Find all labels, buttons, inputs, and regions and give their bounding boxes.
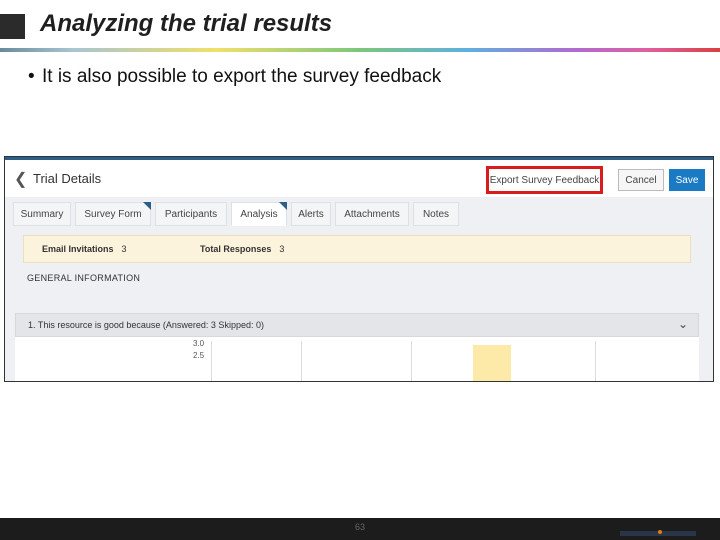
save-button[interactable]: Save (669, 169, 705, 191)
slide-footer: 63 (0, 518, 720, 540)
email-invitations: Email Invitations 3 (42, 244, 127, 254)
info-bar: Email Invitations 3 Total Responses 3 (23, 235, 691, 263)
tab-summary[interactable]: Summary (13, 202, 71, 226)
y-axis-line (211, 341, 212, 381)
slide-title: Analyzing the trial results (40, 10, 333, 37)
question-text: 1. This resource is good because (Answer… (28, 320, 264, 330)
tab-survey-form[interactable]: Survey Form (75, 202, 151, 226)
header-square-icon (0, 14, 25, 39)
tab-label: Survey Form (84, 208, 142, 220)
tab-label: Analysis (240, 208, 278, 220)
total-responses-label: Total Responses (200, 244, 272, 254)
response-chart: 3.0 2.5 (15, 337, 699, 381)
tab-attachments[interactable]: Attachments (335, 202, 409, 226)
page-title: Trial Details (33, 171, 102, 186)
tab-alerts[interactable]: Alerts (291, 202, 331, 226)
grid-line (411, 341, 412, 381)
tab-label: Alerts (298, 208, 324, 220)
back-chevron-icon[interactable]: ❮ (14, 169, 27, 189)
embedded-screenshot: ❮ Trial Details Export Survey Feedback C… (4, 156, 714, 382)
trial-details-header: ❮ Trial Details Export Survey Feedback C… (5, 157, 713, 197)
rainbow-divider (0, 48, 720, 52)
bullet-point: • It is also possible to export the surve… (28, 66, 441, 88)
tab-label: Attachments (344, 208, 400, 220)
slide-header: Analyzing the trial results (0, 0, 720, 52)
grid-line (595, 341, 596, 381)
question-panel[interactable]: 1. This resource is good because (Answer… (15, 313, 699, 337)
y-tick-label: 3.0 (193, 339, 205, 348)
tab-label: Notes (422, 208, 450, 220)
tab-participants[interactable]: Participants (155, 202, 227, 226)
export-survey-feedback-button[interactable]: Export Survey Feedback (486, 166, 603, 194)
tab-notes[interactable]: Notes (413, 202, 459, 226)
analysis-content: Email Invitations 3 Total Responses 3 GENE… (5, 229, 713, 381)
bullet-text: It is also possible to export the survey… (42, 66, 442, 87)
total-responses-value: 3 (279, 244, 285, 254)
email-invitations-value: 3 (121, 244, 127, 254)
y-tick-label: 2.5 (193, 351, 205, 360)
tab-label: Participants (164, 208, 218, 220)
tab-label: Summary (20, 208, 64, 220)
grid-line (301, 341, 302, 381)
corner-marker-icon (143, 202, 151, 210)
tab-analysis[interactable]: Analysis (231, 202, 287, 226)
chart-bar (473, 345, 511, 381)
page-number: 63 (354, 522, 365, 532)
bullet-icon: • (28, 66, 35, 87)
chevron-down-icon[interactable]: ⌄ (678, 317, 688, 331)
footer-logo-dot-icon (658, 530, 662, 534)
total-responses: Total Responses 3 (200, 244, 284, 254)
tab-bar: Summary Survey Form Participants Analysi… (5, 199, 713, 229)
email-invitations-label: Email Invitations (42, 244, 114, 254)
corner-marker-icon (279, 202, 287, 210)
section-title: GENERAL INFORMATION (27, 273, 141, 283)
cancel-button[interactable]: Cancel (618, 169, 664, 191)
